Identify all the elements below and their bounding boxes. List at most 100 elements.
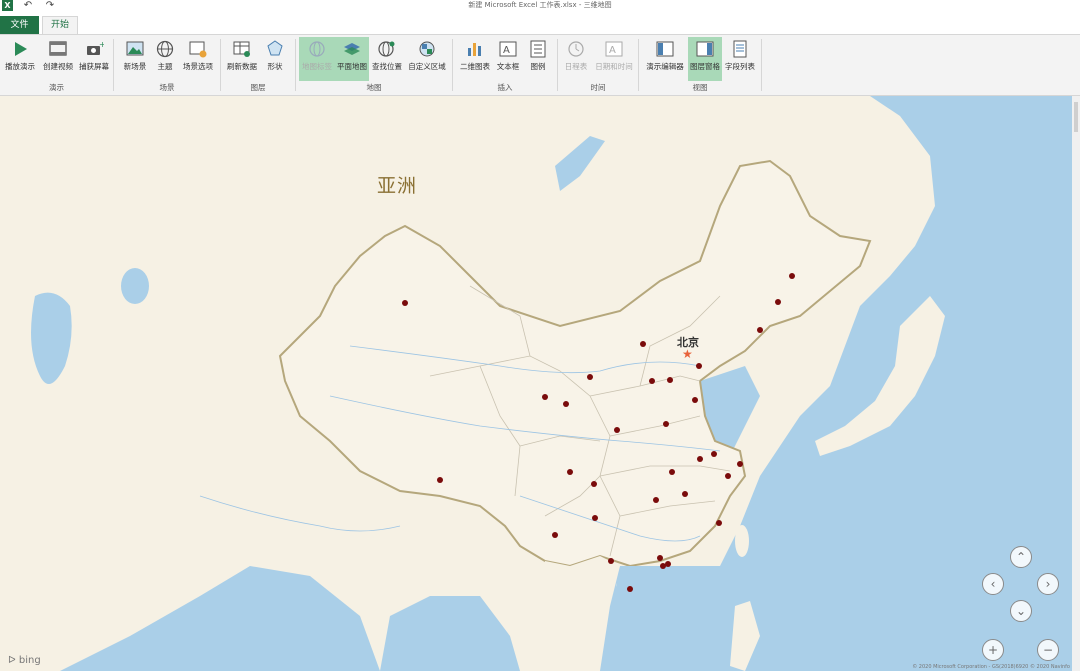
zoom-in-button[interactable]: + bbox=[982, 639, 1004, 661]
timeline-button[interactable]: 日程表 bbox=[562, 37, 590, 81]
ribbon-separator bbox=[761, 39, 762, 91]
tilt-up-button[interactable]: ⌃ bbox=[1010, 546, 1032, 568]
datetime-icon: A bbox=[604, 39, 624, 59]
new-scene-icon bbox=[125, 39, 145, 59]
data-point-marker[interactable] bbox=[437, 477, 443, 483]
date-time-button[interactable]: A 日期和时间 bbox=[592, 37, 636, 81]
group-label-map: 地图 bbox=[366, 83, 382, 92]
field-list-icon bbox=[730, 39, 750, 59]
legend-button[interactable]: 图例 bbox=[525, 37, 551, 81]
capture-screen-button[interactable]: + 捕获屏幕 bbox=[77, 37, 111, 81]
tab-file[interactable]: 文件 bbox=[0, 16, 39, 34]
philippines bbox=[730, 601, 760, 671]
data-point-marker[interactable] bbox=[587, 374, 593, 380]
custom-region-icon bbox=[417, 39, 437, 59]
data-point-marker[interactable] bbox=[608, 558, 614, 564]
2d-chart-button[interactable]: 二维图表 bbox=[458, 37, 492, 81]
data-point-marker[interactable] bbox=[711, 451, 717, 457]
data-point-marker[interactable] bbox=[775, 299, 781, 305]
zoom-out-button[interactable]: − bbox=[1037, 639, 1059, 661]
data-point-marker[interactable] bbox=[649, 378, 655, 384]
data-point-marker[interactable] bbox=[567, 469, 573, 475]
data-point-marker[interactable] bbox=[657, 555, 663, 561]
aral-sea bbox=[121, 268, 149, 304]
south-china-sea bbox=[600, 566, 720, 671]
group-label-layer: 图层 bbox=[250, 83, 266, 92]
svg-text:A: A bbox=[503, 45, 510, 56]
svg-text:+: + bbox=[99, 40, 104, 49]
data-point-marker[interactable] bbox=[716, 520, 722, 526]
capital-star-icon: ★ bbox=[682, 347, 693, 361]
title-bar: X ↶ ↷ 新建 Microsoft Excel 工作表.xlsx - 三维地图 bbox=[0, 0, 1080, 14]
new-scene-button[interactable]: 新场景 bbox=[120, 37, 150, 81]
refresh-icon bbox=[232, 39, 252, 59]
camera-icon: + bbox=[84, 39, 106, 59]
flat-map-icon bbox=[342, 39, 362, 59]
data-point-marker[interactable] bbox=[692, 397, 698, 403]
data-point-marker[interactable] bbox=[667, 377, 673, 383]
data-point-marker[interactable] bbox=[663, 421, 669, 427]
legend-icon bbox=[528, 39, 548, 59]
theme-button[interactable]: 主题 bbox=[152, 37, 178, 81]
taiwan bbox=[735, 525, 749, 557]
clock-icon bbox=[566, 39, 586, 59]
data-point-marker[interactable] bbox=[591, 481, 597, 487]
textbox-button[interactable]: A 文本框 bbox=[494, 37, 522, 81]
field-list-button[interactable]: 字段列表 bbox=[723, 37, 757, 81]
play-icon bbox=[10, 39, 30, 59]
layer-pane-icon bbox=[695, 39, 715, 59]
refresh-data-button[interactable]: 刷新数据 bbox=[225, 37, 259, 81]
group-label-scene: 场景 bbox=[159, 83, 175, 92]
data-point-marker[interactable] bbox=[552, 532, 558, 538]
shape-icon bbox=[265, 39, 285, 59]
data-point-marker[interactable] bbox=[725, 473, 731, 479]
data-point-marker[interactable] bbox=[697, 456, 703, 462]
tilt-down-button[interactable]: ⌄ bbox=[1010, 600, 1032, 622]
data-point-marker[interactable] bbox=[563, 401, 569, 407]
textbox-icon: A bbox=[498, 39, 518, 59]
data-point-marker[interactable] bbox=[653, 497, 659, 503]
play-tour-button[interactable]: 播放演示 bbox=[2, 37, 38, 81]
data-point-marker[interactable] bbox=[669, 469, 675, 475]
scrollbar-thumb[interactable] bbox=[1074, 102, 1078, 132]
rotate-left-button[interactable]: ‹ bbox=[982, 573, 1004, 595]
tour-editor-icon bbox=[655, 39, 675, 59]
data-point-marker[interactable] bbox=[696, 363, 702, 369]
layer-pane-button[interactable]: 图层窗格 bbox=[688, 37, 722, 81]
ribbon: 播放演示 创建视频 + 捕获屏幕 演示 新场景 主题 场景选项 场景 刷新数据 … bbox=[0, 35, 1080, 96]
data-point-marker[interactable] bbox=[614, 427, 620, 433]
data-point-marker[interactable] bbox=[592, 515, 598, 521]
data-point-marker[interactable] bbox=[665, 561, 671, 567]
flat-map-button[interactable]: 平面地图 bbox=[335, 37, 369, 81]
find-location-icon bbox=[377, 39, 397, 59]
svg-text:A: A bbox=[609, 45, 616, 56]
custom-region-button[interactable]: 自定义区域 bbox=[405, 37, 449, 81]
scene-options-icon bbox=[188, 39, 208, 59]
vertical-scrollbar[interactable] bbox=[1072, 96, 1080, 671]
tab-home[interactable]: 开始 bbox=[42, 16, 78, 34]
map-labels-button[interactable]: 地图标签 bbox=[299, 37, 335, 81]
data-point-marker[interactable] bbox=[627, 586, 633, 592]
map-svg bbox=[0, 96, 945, 671]
map-canvas[interactable]: 亚洲 北京 ★ ⌃ ‹ › ⌄ + − bbox=[0, 96, 1072, 671]
data-point-marker[interactable] bbox=[640, 341, 646, 347]
group-label-view: 视图 bbox=[692, 83, 708, 92]
data-point-marker[interactable] bbox=[542, 394, 548, 400]
find-location-button[interactable]: 查找位置 bbox=[370, 37, 404, 81]
data-point-marker[interactable] bbox=[682, 491, 688, 497]
data-point-marker[interactable] bbox=[789, 273, 795, 279]
create-video-button[interactable]: 创建视频 bbox=[40, 37, 76, 81]
tour-editor-button[interactable]: 演示编辑器 bbox=[643, 37, 687, 81]
data-point-marker[interactable] bbox=[402, 300, 408, 306]
bing-logo: ᐅ bing bbox=[8, 655, 41, 666]
rotate-right-button[interactable]: › bbox=[1037, 573, 1059, 595]
scene-options-button[interactable]: 场景选项 bbox=[180, 37, 216, 81]
ribbon-tab-row: 文件 开始 bbox=[0, 14, 1080, 35]
group-label-insert: 插入 bbox=[497, 83, 513, 92]
data-point-marker[interactable] bbox=[757, 327, 763, 333]
map-attribution: © 2020 Microsoft Corporation - GS(2018)6… bbox=[912, 664, 1070, 670]
video-icon bbox=[48, 39, 68, 59]
shape-button[interactable]: 形状 bbox=[262, 37, 288, 81]
globe-theme-icon bbox=[155, 39, 175, 59]
data-point-marker[interactable] bbox=[737, 461, 743, 467]
